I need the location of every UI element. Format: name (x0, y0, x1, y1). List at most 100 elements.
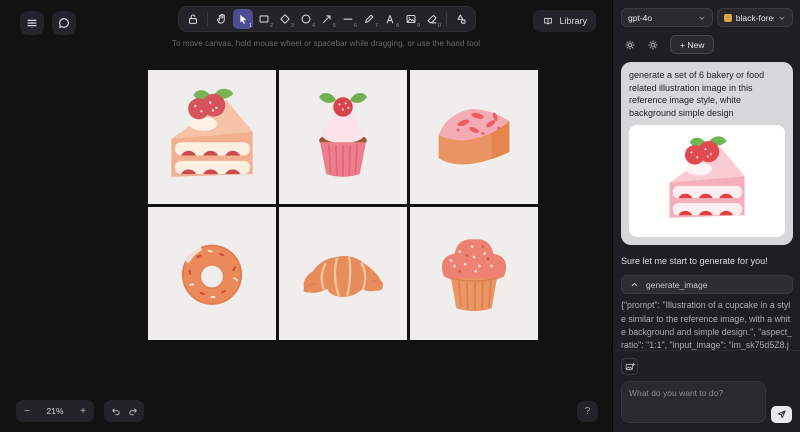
tool-text[interactable]: 8 (380, 9, 400, 29)
canvas-image-croissant[interactable] (279, 207, 407, 341)
user-message-text: generate a set of 6 bakery or food relat… (629, 69, 785, 119)
tool-toolbar: 1 2 3 4 5 6 7 (178, 6, 476, 32)
lock-icon (186, 12, 200, 26)
sidebar-header: gpt-4o black-forest-lab (613, 0, 800, 58)
redo-button[interactable] (124, 402, 142, 420)
cupcake-illustration (290, 84, 396, 190)
chevron-down-icon (778, 14, 786, 22)
redo-icon (127, 405, 140, 418)
send-paper-plane-icon (776, 409, 787, 420)
chat-model-select[interactable]: gpt-4o (621, 8, 713, 27)
tool-shortcut: 1 (249, 23, 252, 29)
chat-bubble-icon (57, 16, 71, 30)
diamond-icon (278, 12, 292, 26)
tool-call-name: generate_image (646, 280, 707, 290)
attach-image-button[interactable] (621, 358, 638, 375)
history-controls (104, 400, 144, 422)
tool-shortcut: 0 (438, 23, 441, 29)
drawing-canvas[interactable]: 1 2 3 4 5 6 7 (0, 0, 612, 432)
tool-shortcut: 6 (354, 23, 357, 29)
tool-lock[interactable] (183, 9, 203, 29)
loaf-cake-illustration (421, 84, 527, 190)
toolbar-divider (207, 12, 208, 26)
tool-rectangle[interactable]: 2 (254, 9, 274, 29)
tool-shortcut: 7 (375, 23, 378, 29)
app-window: 1 2 3 4 5 6 7 (0, 0, 800, 432)
tool-image[interactable]: 9 (401, 9, 421, 29)
tool-arrow[interactable]: 5 (317, 9, 337, 29)
pencil-icon (362, 12, 376, 26)
theme-toggle-button[interactable] (647, 39, 659, 51)
more-tools-icon (454, 12, 468, 26)
tool-shortcut: 4 (312, 23, 315, 29)
generated-image-grid (148, 70, 538, 340)
donut-illustration (159, 220, 265, 326)
zoom-in-button[interactable]: + (72, 400, 94, 422)
tool-shortcut: 3 (291, 23, 294, 29)
tool-eraser[interactable]: 0 (422, 9, 442, 29)
tool-line[interactable]: 6 (338, 9, 358, 29)
canvas-image-cake-slice[interactable] (148, 70, 276, 204)
ellipse-icon (299, 12, 313, 26)
attach-image-icon (624, 361, 636, 373)
canvas-image-cupcake[interactable] (279, 70, 407, 204)
tool-shortcut: 9 (417, 23, 420, 29)
library-label: Library (559, 16, 587, 26)
undo-button[interactable] (106, 402, 124, 420)
main-menu-button[interactable] (20, 11, 44, 35)
hamburger-menu-icon (25, 16, 39, 30)
undo-icon (109, 405, 122, 418)
chat-messages[interactable]: generate a set of 6 bakery or food relat… (613, 58, 800, 350)
toolbar-divider (446, 12, 447, 26)
user-message-bubble: generate a set of 6 bakery or food relat… (621, 62, 793, 245)
zoom-level[interactable]: 21% (38, 406, 72, 416)
send-button[interactable] (771, 406, 792, 423)
eraser-icon (425, 12, 439, 26)
top-left-buttons (20, 11, 76, 35)
tool-draw[interactable]: 7 (359, 9, 379, 29)
tool-ellipse[interactable]: 4 (296, 9, 316, 29)
message-composer (613, 350, 800, 432)
tool-shortcut: 5 (333, 23, 336, 29)
tool-hand[interactable] (212, 9, 232, 29)
text-icon (383, 12, 397, 26)
zoom-out-button[interactable]: − (16, 400, 38, 422)
arrow-icon (320, 12, 334, 26)
reference-image-card[interactable] (629, 125, 785, 237)
cake-slice-illustration (159, 84, 265, 190)
gear-icon (624, 39, 636, 51)
sun-icon (647, 39, 659, 51)
rectangle-icon (257, 12, 271, 26)
image-model-select[interactable]: black-forest-lab (717, 8, 793, 27)
image-model-value: black-forest-lab (736, 13, 774, 23)
tool-shortcut: 8 (396, 23, 399, 29)
composer-row (621, 381, 792, 423)
zoom-control: − 21% + (16, 400, 94, 422)
croissant-illustration (290, 220, 396, 326)
selection-cursor-icon (236, 12, 250, 26)
hand-icon (215, 12, 229, 26)
chat-sidebar: gpt-4o black-forest-lab (612, 0, 800, 432)
tool-call-block: generate_image {"prompt": "Illustration … (621, 275, 793, 350)
model-selectors: gpt-4o black-forest-lab (621, 8, 793, 27)
tool-selection[interactable]: 1 (233, 9, 253, 29)
muffin-illustration (421, 220, 527, 326)
chat-toggle-button[interactable] (52, 11, 76, 35)
tool-diamond[interactable]: 3 (275, 9, 295, 29)
canvas-image-muffin[interactable] (410, 207, 538, 341)
tool-more-tools[interactable] (451, 9, 471, 29)
canvas-hint-text: To move canvas, hold mouse wheel or spac… (40, 39, 612, 48)
canvas-image-loaf-cake[interactable] (410, 70, 538, 204)
chat-input[interactable] (621, 381, 766, 423)
settings-button[interactable] (624, 39, 636, 51)
book-icon (542, 15, 554, 27)
sidebar-actions: + New (621, 35, 793, 54)
tool-shortcut: 2 (270, 23, 273, 29)
new-chat-button[interactable]: + New (670, 35, 714, 54)
canvas-image-donut[interactable] (148, 207, 276, 341)
tool-call-arguments: {"prompt": "Illustration of a cupcake in… (621, 299, 793, 350)
tool-call-header[interactable]: generate_image (621, 275, 793, 294)
help-button[interactable]: ? (577, 401, 598, 422)
library-button[interactable]: Library (533, 10, 596, 32)
chat-model-value: gpt-4o (628, 13, 652, 23)
